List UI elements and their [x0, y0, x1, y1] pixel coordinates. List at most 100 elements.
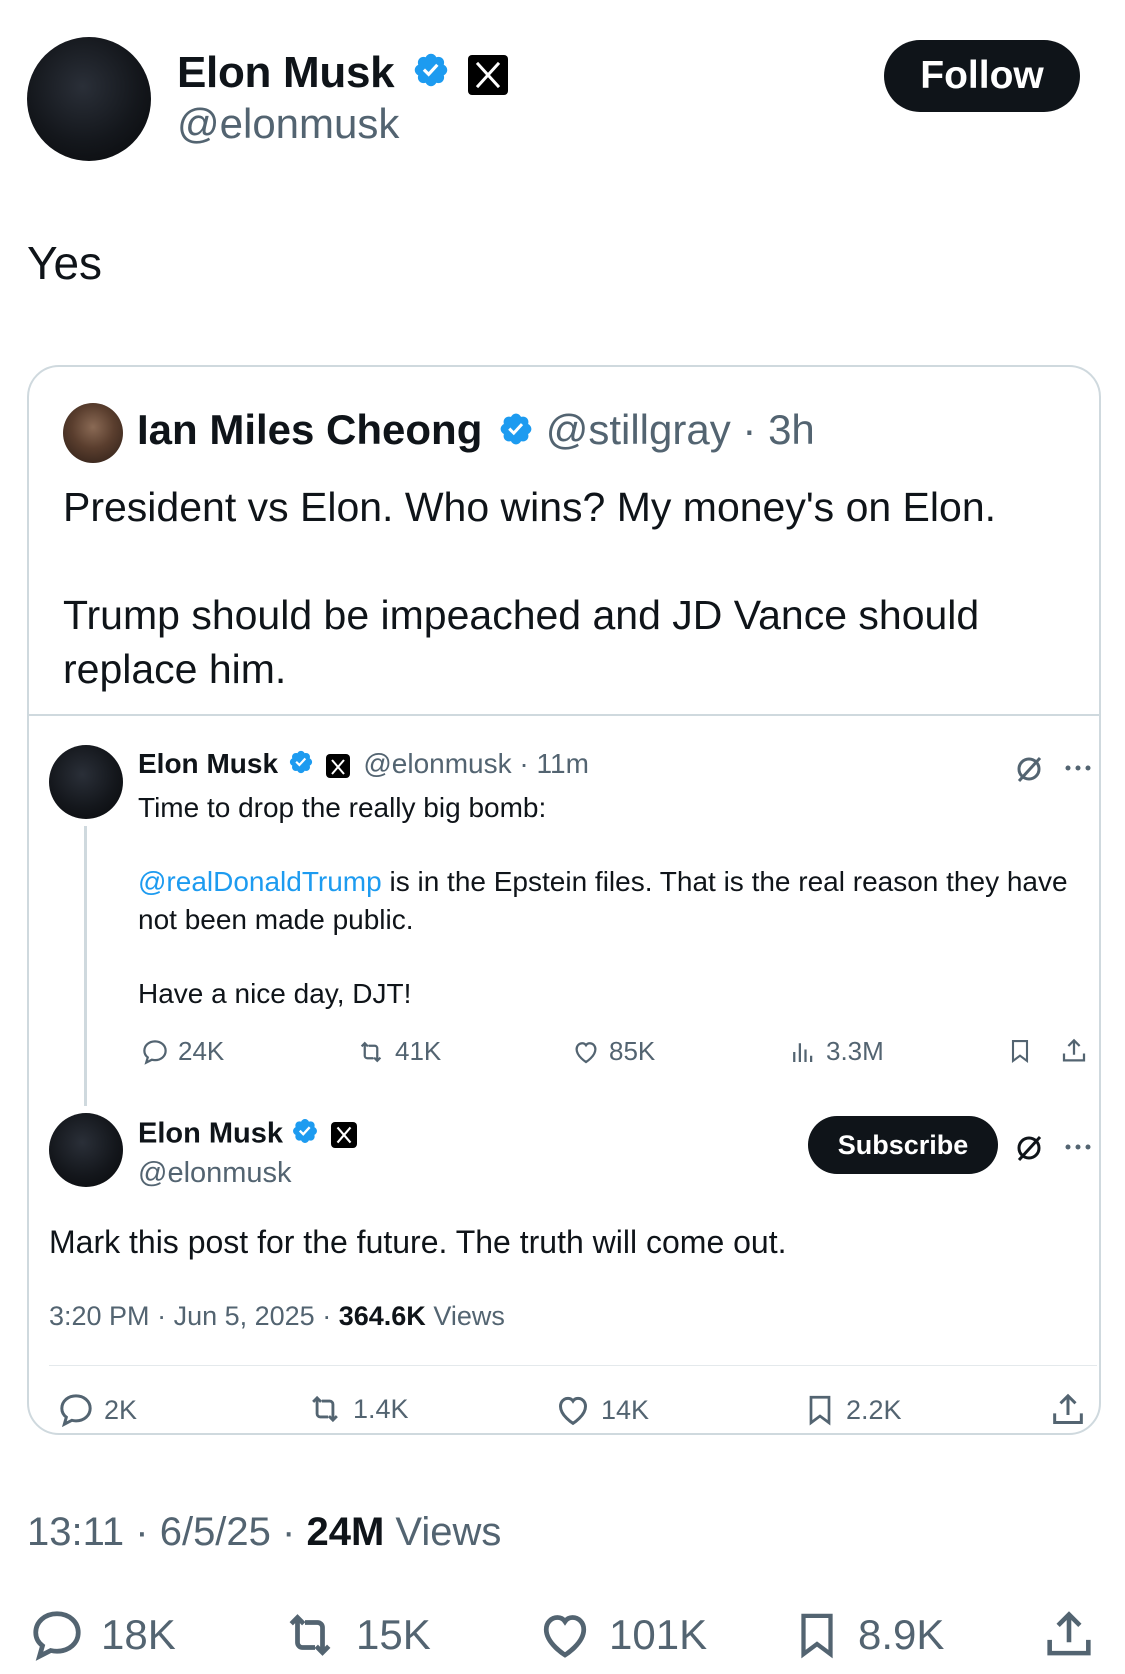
x-affiliate-icon	[331, 1122, 358, 1148]
post-text: Yes	[27, 237, 103, 289]
dot-separator: ·	[282, 1510, 307, 1554]
like-count: 101K	[609, 1611, 708, 1658]
verified-badge-icon	[412, 50, 450, 100]
embedded-views-label: Views	[433, 1301, 505, 1331]
embedded-line2: @realDonaldTrump is in the Epstein files…	[138, 866, 1068, 898]
embedded-line2-rest: is in the Epstein files. That is the rea…	[381, 866, 1068, 897]
quote-author-avatar[interactable]	[63, 403, 123, 463]
post-views-label[interactable]: Views	[395, 1510, 501, 1554]
embedded-age: 11m	[536, 748, 589, 779]
quote-author-name[interactable]: Ian Miles Cheong	[137, 406, 482, 453]
heart-icon	[543, 1615, 587, 1658]
embedded-header: Elon Musk @elonmusk · 11m	[138, 748, 589, 782]
embedded-reply-stat: 2K	[56, 1390, 137, 1430]
embedded-repost-stat: 1.4K	[305, 1390, 409, 1428]
dot-separator: ·	[135, 1510, 160, 1554]
embedded-bookmark-count: 2.2K	[846, 1394, 902, 1425]
embedded-author-handle: @elonmusk	[363, 748, 512, 779]
post-meta: 13:11 · 6/5/25 · 24M Views	[27, 1510, 501, 1555]
quote-divider	[29, 714, 1099, 716]
embedded-avatar	[49, 1113, 123, 1187]
subscribe-button: Subscribe	[808, 1116, 998, 1174]
author-name[interactable]: Elon Musk	[177, 48, 395, 97]
bookmark-icon	[1006, 1036, 1042, 1066]
embedded-like-stat: 14K	[553, 1390, 649, 1430]
post-views-count[interactable]: 24M	[306, 1510, 384, 1554]
quote-header: Ian Miles Cheong @stillgray · 3h	[137, 406, 815, 457]
embedded-author-name: Elon Musk	[138, 748, 279, 779]
verified-badge-icon	[288, 749, 314, 782]
author-name-row[interactable]: Elon Musk	[177, 48, 509, 100]
embedded-post-meta: 3:20 PM · Jun 5, 2025 · 364.6K Views	[49, 1301, 505, 1332]
embedded-like-count: 85K	[609, 1036, 656, 1066]
more-options-icon	[1062, 752, 1094, 789]
embedded-avatar	[49, 745, 123, 819]
embedded-reply-count: 24K	[178, 1036, 225, 1066]
embedded-like-stat: 85K	[571, 1036, 655, 1067]
author-handle[interactable]: @elonmusk	[177, 100, 399, 148]
mention-link: @realDonaldTrump	[138, 866, 382, 897]
repost-button[interactable]: 15K	[278, 1605, 431, 1665]
embedded-like-count: 14K	[601, 1394, 650, 1425]
embedded-author-handle: @elonmusk	[138, 1157, 292, 1189]
embedded-line1: Time to drop the really big bomb:	[138, 792, 547, 823]
bookmark-count: 8.9K	[858, 1611, 945, 1658]
share-icon	[1047, 1611, 1091, 1656]
dot-separator: ·	[157, 1301, 174, 1331]
grok-slash-icon	[1013, 1131, 1045, 1168]
dot-separator: ·	[519, 748, 537, 779]
reply-icon	[143, 1039, 167, 1065]
dot-separator: ·	[742, 406, 769, 453]
reply-icon	[33, 1611, 81, 1661]
follow-button[interactable]: Follow	[884, 40, 1080, 112]
embedded-date: Jun 5, 2025	[173, 1301, 315, 1331]
quote-age: 3h	[768, 406, 815, 453]
embedded-line4: Have a nice day, DJT!	[138, 978, 412, 1009]
author-avatar[interactable]	[27, 37, 151, 161]
repost-icon	[289, 1614, 331, 1656]
dot-separator: ·	[322, 1301, 339, 1331]
quote-text-line2: Trump should be impeached and JD Vance s…	[63, 592, 980, 692]
repost-icon	[312, 1395, 338, 1423]
more-options-icon	[1062, 1131, 1094, 1168]
bookmark-icon	[801, 1613, 833, 1659]
share-button[interactable]	[1040, 1605, 1112, 1665]
embedded-line3: not been made public.	[138, 904, 414, 935]
embedded-views-stat: 3.3M	[788, 1036, 884, 1067]
grok-slash-icon	[1013, 752, 1045, 789]
quote-author-handle[interactable]: @stillgray	[546, 406, 731, 453]
heart-icon	[575, 1041, 597, 1063]
embedded-time: 3:20 PM	[49, 1301, 150, 1331]
bookmark-icon	[809, 1395, 831, 1426]
bookmark-button[interactable]: 8.9K	[790, 1605, 944, 1665]
quote-text-line1: President vs Elon. Who wins? My money's …	[63, 484, 997, 530]
verified-badge-icon	[291, 1117, 319, 1153]
x-affiliate-icon	[468, 55, 509, 96]
embedded-name-row: Elon Musk	[138, 1117, 358, 1153]
heart-icon	[558, 1396, 588, 1426]
embedded-repost-stat: 41K	[355, 1036, 441, 1067]
post-time[interactable]: 13:11	[27, 1510, 124, 1554]
like-button[interactable]: 101K	[535, 1605, 707, 1665]
reply-icon	[60, 1394, 92, 1428]
embedded-post-text: Mark this post for the future. The truth…	[49, 1224, 787, 1260]
embedded-bookmark-stat: 2.2K	[802, 1390, 902, 1430]
embedded-views-count: 364.6K	[338, 1301, 426, 1331]
embedded-reply-stat: 24K	[140, 1036, 224, 1067]
analytics-icon	[793, 1042, 813, 1062]
verified-badge-icon	[498, 409, 534, 457]
post-date[interactable]: 6/5/25	[160, 1510, 271, 1554]
embedded-reply-count: 2K	[104, 1394, 138, 1425]
thread-line	[84, 826, 87, 1106]
embedded-author-name: Elon Musk	[138, 1117, 284, 1150]
repost-icon	[360, 1041, 382, 1062]
embedded-repost-count: 1.4K	[353, 1393, 409, 1424]
reply-button[interactable]: 18K	[27, 1605, 176, 1665]
reply-count: 18K	[101, 1611, 176, 1658]
embedded-divider	[49, 1365, 1097, 1366]
embedded-repost-count: 41K	[395, 1036, 442, 1066]
embedded-views-count: 3.3M	[826, 1036, 884, 1066]
share-icon	[1059, 1036, 1097, 1066]
share-icon	[1048, 1390, 1096, 1430]
repost-count: 15K	[356, 1611, 431, 1658]
